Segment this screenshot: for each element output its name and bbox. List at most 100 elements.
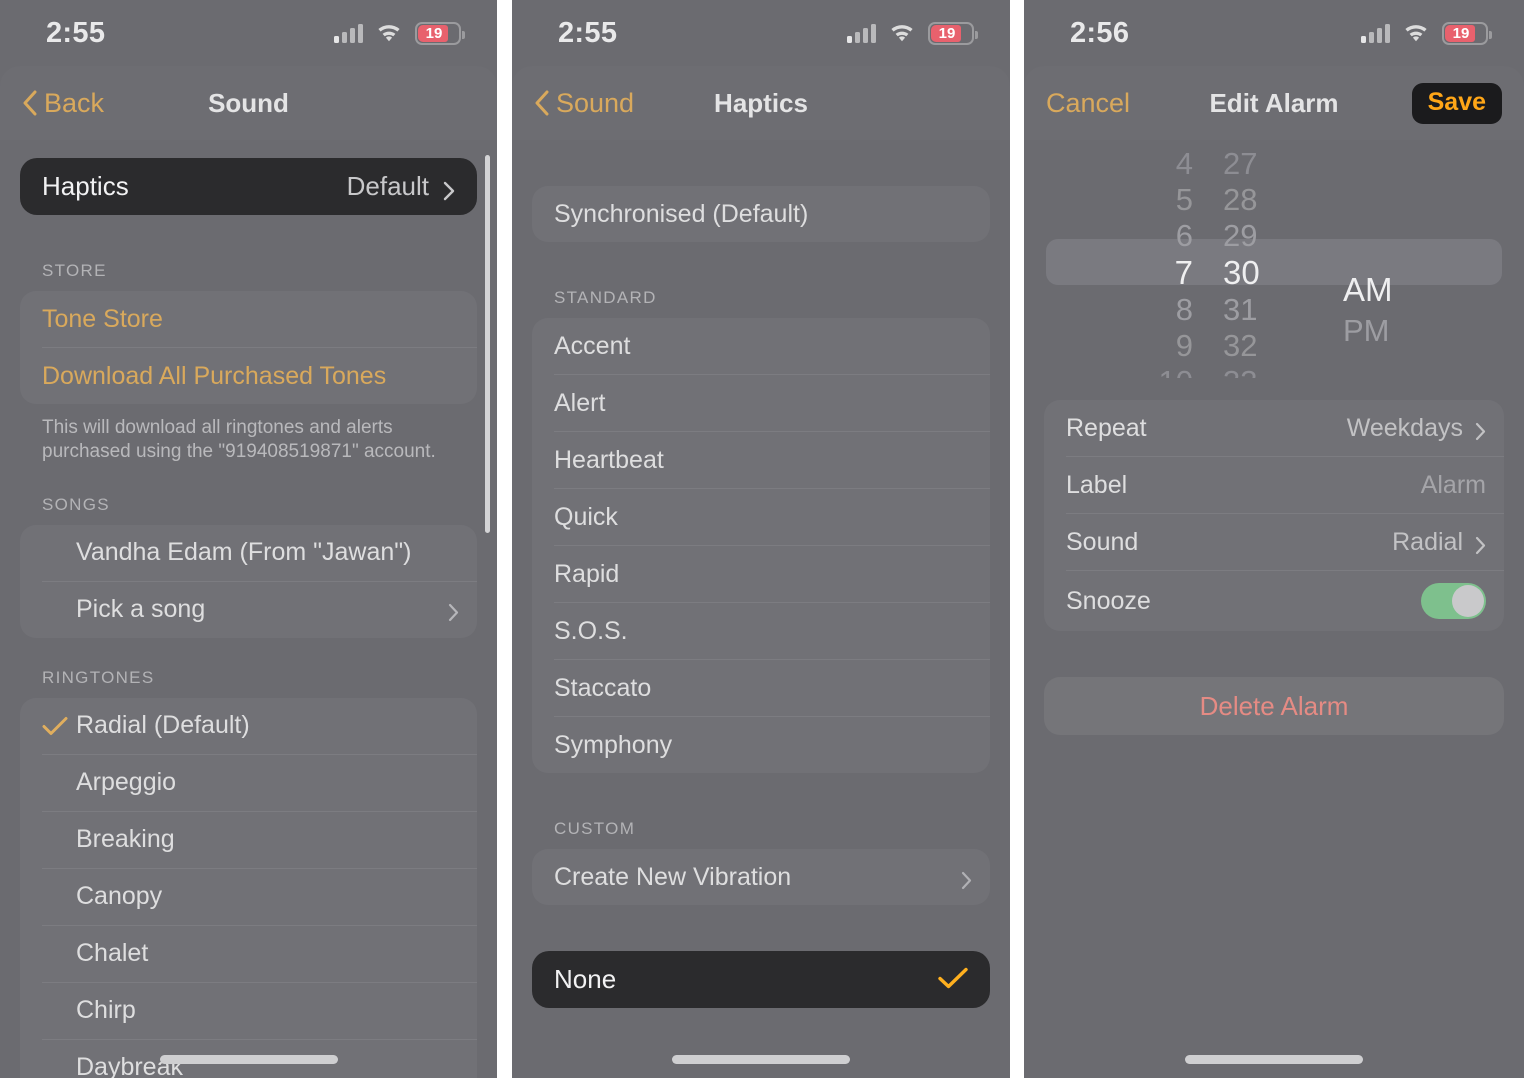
label-row[interactable]: Label Alarm xyxy=(1044,457,1504,513)
wifi-icon xyxy=(889,24,915,43)
sound-value: Radial xyxy=(1392,527,1463,556)
snooze-row[interactable]: Snooze xyxy=(1044,571,1504,631)
picker-column-minutes[interactable]: 27 28 29 30 31 32 33 xyxy=(1209,146,1321,378)
back-button[interactable]: Sound xyxy=(534,88,714,119)
haptic-row-accent[interactable]: Accent xyxy=(532,318,990,374)
ringtone-label: Chalet xyxy=(76,939,149,968)
default-haptic-group: Synchronised (Default) xyxy=(532,186,990,242)
songs-group: Vandha Edam (From "Jawan") Pick a song xyxy=(20,524,477,638)
haptic-label: S.O.S. xyxy=(554,616,628,645)
pick-a-song-row[interactable]: Pick a song xyxy=(20,582,477,638)
picker-cell-minute[interactable]: 31 xyxy=(1209,292,1321,328)
nav-right-slot: Save xyxy=(1339,82,1502,124)
haptic-row-synchronised[interactable]: Synchronised (Default) xyxy=(532,186,990,242)
picker-cell-minute[interactable]: 28 xyxy=(1209,182,1321,218)
chevron-right-icon xyxy=(448,600,459,622)
haptic-label: Symphony xyxy=(554,730,673,759)
save-button[interactable]: Save xyxy=(1411,82,1502,124)
store-group: Tone Store Download All Purchased Tones xyxy=(20,291,477,404)
wifi-icon xyxy=(376,24,402,43)
haptic-row-quick[interactable]: Quick xyxy=(532,489,990,545)
chevron-left-icon xyxy=(534,90,550,116)
picker-cell-period-selected[interactable]: AM xyxy=(1321,269,1451,310)
haptic-label: Heartbeat xyxy=(554,445,664,474)
back-label: Sound xyxy=(556,87,635,118)
ringtone-label: Chirp xyxy=(76,996,136,1025)
haptics-value: Default xyxy=(346,171,429,201)
haptic-label: Synchronised (Default) xyxy=(554,199,809,228)
sound-label: Sound xyxy=(1066,527,1139,556)
picker-column-period[interactable]: AM PM xyxy=(1321,146,1451,378)
picker-cell-period[interactable]: PM xyxy=(1321,310,1451,351)
haptic-row-none[interactable]: None xyxy=(532,951,990,1008)
ringtone-row-breaking[interactable]: Breaking xyxy=(20,812,477,868)
ringtone-label: Canopy xyxy=(76,882,163,911)
wifi-icon xyxy=(1403,24,1429,43)
haptic-row-symphony[interactable]: Symphony xyxy=(532,717,990,773)
repeat-label: Repeat xyxy=(1066,413,1147,442)
haptic-label: Alert xyxy=(554,388,606,417)
picker-cell-hour[interactable]: 10 xyxy=(1097,364,1209,378)
picker-cell-minute[interactable]: 32 xyxy=(1209,328,1321,364)
page-title: Haptics xyxy=(714,87,808,118)
download-all-tones-row[interactable]: Download All Purchased Tones xyxy=(20,348,477,404)
checkmark-icon xyxy=(938,963,968,997)
picker-cell-hour[interactable]: 6 xyxy=(1097,218,1209,254)
ringtone-row-arpeggio[interactable]: Arpeggio xyxy=(20,755,477,811)
haptic-row-heartbeat[interactable]: Heartbeat xyxy=(532,432,990,488)
custom-haptics-group: Create New Vibration xyxy=(532,849,990,905)
store-footnote: This will download all ringtones and ale… xyxy=(42,417,436,463)
cancel-button[interactable]: Cancel xyxy=(1046,88,1209,119)
toggle-knob xyxy=(1452,585,1484,617)
haptic-row-rapid[interactable]: Rapid xyxy=(532,546,990,602)
snooze-label: Snooze xyxy=(1066,586,1151,615)
picker-cell-minute[interactable]: 27 xyxy=(1209,146,1321,182)
picker-cell-hour[interactable]: 4 xyxy=(1097,146,1209,182)
picker-cell-minute[interactable]: 29 xyxy=(1209,218,1321,254)
ringtone-row-chirp[interactable]: Chirp xyxy=(20,983,477,1039)
ringtone-label: Arpeggio xyxy=(76,768,177,797)
snooze-toggle[interactable] xyxy=(1421,583,1486,619)
home-indicator xyxy=(1185,1055,1363,1064)
chevron-right-icon xyxy=(443,177,455,200)
battery-icon: 19 xyxy=(928,21,978,45)
create-new-vibration-row[interactable]: Create New Vibration xyxy=(532,849,990,905)
picker-column-hours[interactable]: 4 5 6 7 8 9 10 xyxy=(1097,146,1209,378)
status-clock: 2:55 xyxy=(558,16,618,49)
ringtone-row-canopy[interactable]: Canopy xyxy=(20,869,477,925)
battery-level: 19 xyxy=(938,24,956,42)
repeat-row[interactable]: Repeat Weekdays xyxy=(1044,400,1504,456)
section-header-ringtones: RINGTONES xyxy=(42,667,155,687)
haptic-row-alert[interactable]: Alert xyxy=(532,375,990,431)
nav-bar: Back Sound xyxy=(0,66,497,140)
nav-bar: Sound Haptics xyxy=(512,66,1010,140)
vertical-scrollbar[interactable] xyxy=(485,155,490,533)
picker-cell-hour[interactable]: 8 xyxy=(1097,292,1209,328)
picker-cell-minute-selected[interactable]: 30 xyxy=(1209,254,1321,292)
picker-cell-hour-selected[interactable]: 7 xyxy=(1097,254,1209,292)
status-indicators: 19 xyxy=(334,21,465,45)
picker-cell-minute[interactable]: 33 xyxy=(1209,364,1321,378)
back-button[interactable]: Back xyxy=(22,88,208,119)
delete-alarm-button[interactable]: Delete Alarm xyxy=(1044,677,1504,735)
haptic-row-sos[interactable]: S.O.S. xyxy=(532,603,990,659)
alarm-options-group: Repeat Weekdays Label Alarm Sound Radial xyxy=(1044,400,1504,631)
section-header-songs: SONGS xyxy=(42,494,110,514)
sound-row[interactable]: Sound Radial xyxy=(1044,514,1504,570)
time-picker[interactable]: 4 5 6 7 8 9 10 27 28 29 30 31 32 33 xyxy=(1024,146,1524,378)
ringtone-row-chalet[interactable]: Chalet xyxy=(20,926,477,982)
song-row[interactable]: Vandha Edam (From "Jawan") xyxy=(20,525,477,581)
signal-bars-icon xyxy=(334,23,363,43)
download-all-tones-label: Download All Purchased Tones xyxy=(42,361,387,390)
ringtone-row-radial[interactable]: Radial (Default) xyxy=(20,698,477,754)
tone-store-row[interactable]: Tone Store xyxy=(20,291,477,347)
picker-cell-hour[interactable]: 9 xyxy=(1097,328,1209,364)
standard-haptics-group: Accent Alert Heartbeat Quick Rapid S.O.S… xyxy=(532,318,990,773)
picker-cell-hour[interactable]: 5 xyxy=(1097,182,1209,218)
create-new-vibration-label: Create New Vibration xyxy=(554,862,792,891)
alarm-options: Repeat Weekdays Label Alarm Sound Radial xyxy=(1024,400,1524,735)
haptics-row[interactable]: Haptics Default xyxy=(20,158,477,215)
label-value: Alarm xyxy=(1420,470,1486,499)
haptic-row-staccato[interactable]: Staccato xyxy=(532,660,990,716)
nav-bar: Cancel Edit Alarm Save xyxy=(1024,66,1524,140)
